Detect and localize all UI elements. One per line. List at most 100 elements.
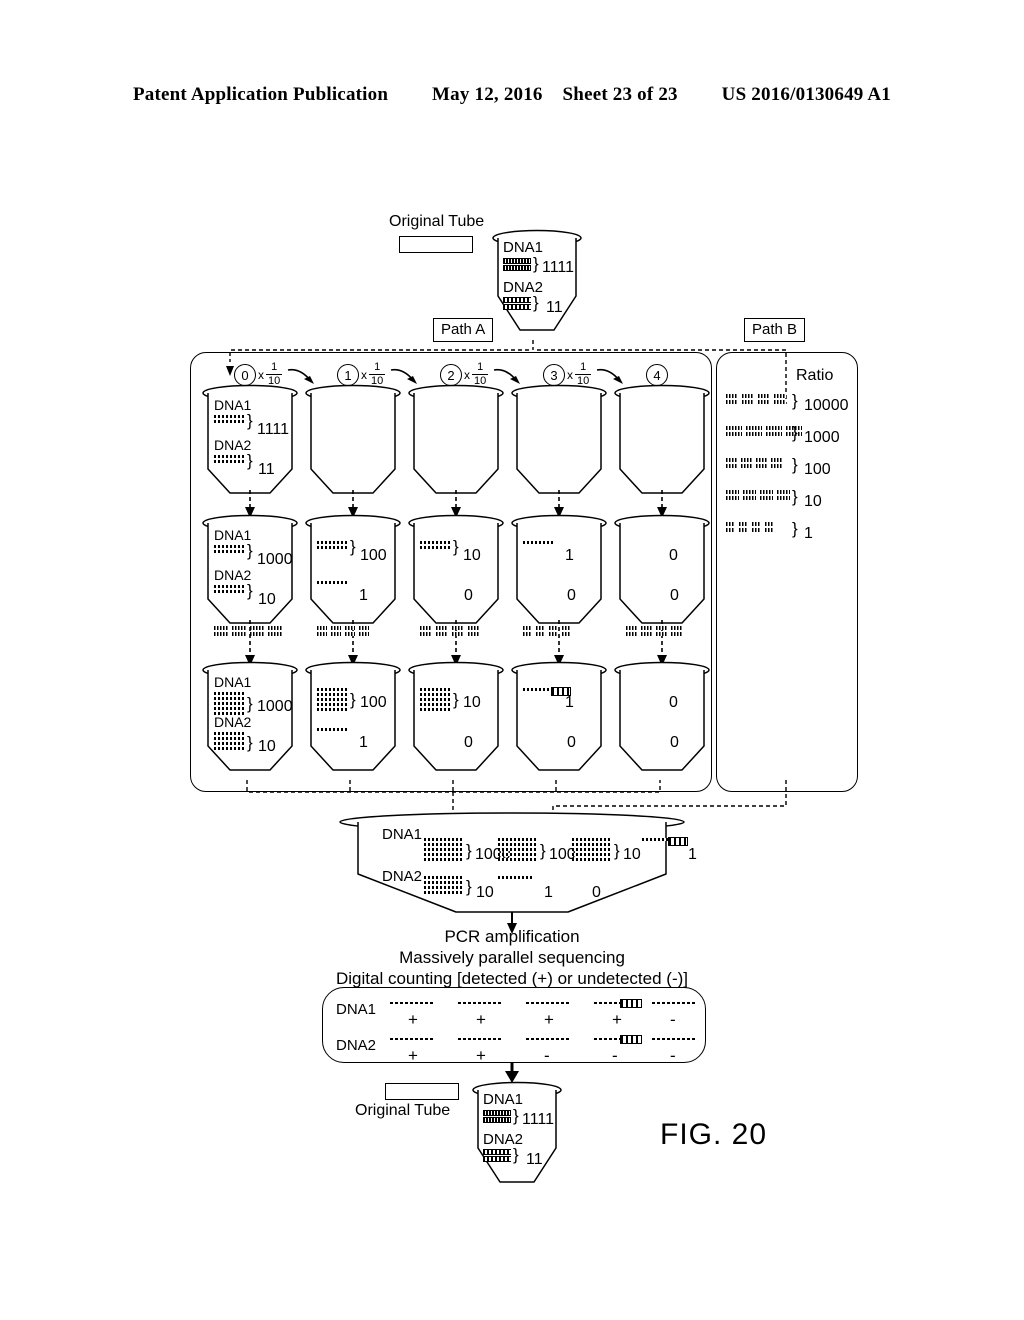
barcode-segment (726, 400, 738, 404)
tube-row1-0-dna1-bands (214, 415, 244, 423)
tube-row2-3-dna2-count: 0 (567, 587, 576, 604)
tube-row1-0-dna2-count: 11 (258, 461, 275, 478)
barcode-segment (726, 528, 735, 532)
dna-band (420, 688, 450, 691)
barcode-row (626, 632, 682, 636)
dna-band (317, 581, 347, 584)
pool-dna1-bands-3 (642, 838, 670, 841)
results-dna1-row: + + + + - (390, 998, 696, 1029)
dilution-step-1: 1 (337, 364, 359, 386)
dna-band (317, 546, 347, 549)
barcode-segment (232, 626, 246, 630)
dna-band (317, 728, 347, 731)
dna-band (214, 697, 244, 700)
tube-row2-0-dna2-count: 10 (258, 591, 276, 608)
dna-band (424, 838, 464, 841)
barcode-segment (359, 632, 369, 636)
results-dna2-fragment-1 (458, 1038, 502, 1040)
barcode-row (214, 626, 282, 630)
results-dna1-fragment-3 (594, 1002, 622, 1004)
tube-row2-0-dna1-brace: } (247, 541, 253, 560)
bottom-tube-dna2-bands (483, 1149, 511, 1162)
transfer-arrows-1-2 (190, 490, 710, 518)
barcode-segment (626, 632, 637, 636)
barcode-row (523, 632, 571, 636)
pool-dna1-bands-0 (424, 838, 464, 861)
dna-band (424, 848, 464, 851)
tube-row3-0-dna1-count: 1000 (257, 698, 293, 715)
barcode-segment (452, 632, 464, 636)
tube-row1-0-dna2-brace: } (247, 451, 253, 470)
barcode-segment (742, 400, 754, 404)
original-tube-label-top: Original Tube (389, 213, 485, 230)
barcode-segment (641, 626, 652, 630)
barcode-row (317, 632, 369, 636)
tube-row3-0-dna2-bands (214, 732, 244, 750)
dilution-arrow-1 (348, 490, 358, 518)
tube-row2-2-dna1-brace: } (453, 537, 459, 556)
dna-band (572, 838, 612, 841)
dna-band (498, 858, 538, 861)
tube-row2-1-dna2-count: 1 (359, 587, 368, 604)
tube-row3-1-dna1-bands (317, 688, 347, 711)
tube-row3-1-dna1-brace: } (350, 690, 356, 709)
barcode-segment (626, 626, 637, 630)
dna-band (214, 460, 244, 463)
barcode-cluster-2 (420, 626, 480, 636)
barcode-segment (214, 632, 228, 636)
barcode-segment (765, 522, 774, 526)
barcode-row (626, 626, 682, 630)
tube-row2-4-dna2-count: 0 (670, 587, 679, 604)
barcode-segment (756, 464, 767, 468)
dna-band (572, 843, 612, 846)
tube-row2-0-dna2-bands (214, 585, 244, 593)
pool-dna1-label: DNA1 (382, 826, 423, 843)
barcode-segment (452, 626, 464, 630)
tube-row3-2 (406, 661, 506, 774)
barcode-segment (232, 632, 246, 636)
process-line-2: Massively parallel sequencing (399, 948, 625, 967)
pool-dna2-value-1: 1 (544, 884, 553, 901)
dna-band (420, 546, 450, 549)
process-line-1: PCR amplification (444, 927, 580, 946)
barcode-segment (756, 458, 767, 462)
dna-band (214, 712, 244, 715)
barcode-segment (726, 496, 739, 500)
dilution-arrow-4 (657, 490, 667, 518)
bottom-tube-dna1-bands (483, 1110, 511, 1123)
tube-row3-3-dna1-count: 1 (565, 694, 574, 711)
dna-band (317, 708, 347, 711)
dna-band (424, 886, 464, 889)
dna-band (642, 838, 670, 841)
barcode-segment (562, 632, 571, 636)
barcode-row (523, 626, 571, 630)
dilution-factor-1: x 1 10 (361, 362, 386, 387)
fraction-one-tenth: 1 10 (369, 362, 386, 387)
tube-row2-2-dna2-count: 0 (464, 587, 473, 604)
dna-band (214, 455, 244, 458)
barcode-row (420, 632, 480, 636)
figure-caption: FIG. 20 (660, 1118, 768, 1151)
dilution-step-0: 0 (234, 364, 256, 386)
barcode-segment (741, 464, 752, 468)
tube-row2-0-dna1-count: 1000 (257, 551, 293, 568)
tube-row1-1 (303, 384, 403, 497)
barcode-segment (726, 522, 735, 526)
dna-band (214, 550, 244, 553)
fraction-numerator: 1 (271, 361, 278, 373)
tube-row2-3 (509, 514, 609, 627)
barcode-segment (671, 632, 682, 636)
dna-band (572, 853, 612, 856)
multiply-sign: x (361, 367, 367, 382)
top-tube-dna1-count: 1111 (542, 259, 575, 276)
barcode-cluster-4 (626, 626, 682, 636)
top-tube-dna1-brace: } (533, 254, 539, 273)
tube-row2-0-dna1-bands (214, 545, 244, 553)
dna-band (214, 707, 244, 710)
dna-band (498, 876, 532, 879)
pool-dna1-bands-2 (572, 838, 612, 861)
tube-row3-0-dna1-brace: } (247, 694, 253, 713)
barcode-segment (726, 464, 737, 468)
barcode-segment (641, 632, 652, 636)
tube-row2-4 (612, 514, 712, 627)
